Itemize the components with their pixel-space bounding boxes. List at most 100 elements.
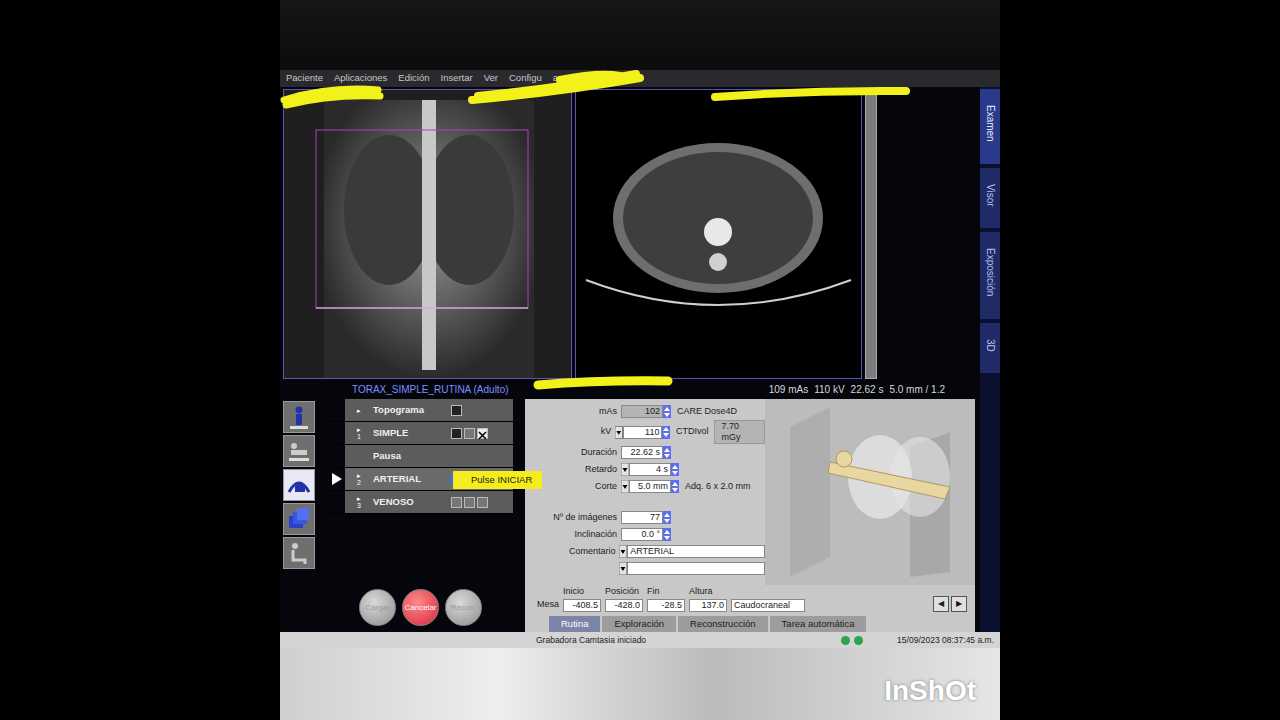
action-button[interactable]: Recon.: [445, 589, 482, 626]
protocol-line: TORAX_SIMPLE_RUTINA (Adulto) 109 mAs 110 k…: [280, 379, 980, 399]
side-tabs: Examen Visor Exposición 3D: [980, 87, 1000, 632]
spin-bar[interactable]: [663, 528, 671, 541]
workflow-tool[interactable]: [283, 503, 315, 535]
menu-item[interactable]: Paciente: [286, 71, 323, 85]
menu-item[interactable]: Edición: [398, 71, 429, 85]
table-value[interactable]: -408.5: [563, 599, 601, 612]
menu-item[interactable]: Insertar: [441, 71, 473, 85]
workflow-tool[interactable]: [283, 469, 315, 501]
nav-button[interactable]: ◀: [933, 596, 949, 612]
menu-item[interactable]: Configu: [509, 71, 542, 85]
parameter-label: mAs: [525, 405, 621, 419]
spin-bar[interactable]: [671, 463, 679, 476]
spin-bar[interactable]: [662, 426, 670, 439]
comment-field-2[interactable]: [627, 562, 765, 575]
step-expander[interactable]: ▸: [357, 426, 361, 433]
parameter-note: Adq. 6 x 2.0 mm: [679, 480, 751, 494]
action-button[interactable]: Cargar: [359, 589, 396, 626]
step-row[interactable]: ▸3 VENOSO: [329, 491, 513, 514]
panel-tab[interactable]: Tarea automática: [770, 616, 867, 632]
parameter-field[interactable]: 22.62 s: [621, 446, 663, 459]
workflow-tool[interactable]: [283, 435, 315, 467]
menu-item[interactable]: Aplicaciones: [334, 71, 387, 85]
step-body: ▸1SIMPLE: [345, 422, 513, 444]
protocol-name: TORAX_SIMPLE_RUTINA (Adulto): [352, 382, 509, 397]
recon-box[interactable]: [451, 405, 462, 416]
dropdown-icon: [621, 463, 629, 476]
panel-tab[interactable]: Rutina: [549, 616, 600, 632]
spin-bar[interactable]: [663, 405, 671, 418]
parameter-label: Comentario: [525, 545, 619, 559]
main-area: TORAX_SIMPLE_RUTINA (Adulto) 109 mAs 110 k…: [280, 87, 980, 632]
table-value[interactable]: -28.5: [647, 599, 685, 612]
recon-box[interactable]: [477, 497, 488, 508]
spin-bar[interactable]: [671, 480, 679, 493]
spin-icon: [664, 407, 670, 417]
workflow-tool[interactable]: [283, 401, 315, 433]
spin-bar[interactable]: [663, 511, 671, 524]
recon-boxes: [451, 497, 488, 508]
patient-icon: [285, 404, 313, 430]
step-row[interactable]: Pausa: [329, 445, 513, 468]
table-column-header: Inicio: [563, 585, 601, 599]
parameter-field[interactable]: 0.0 °: [621, 528, 663, 541]
side-tab[interactable]: Examen: [980, 89, 1000, 164]
table-column-header: Fin: [647, 585, 685, 599]
tool-column: [283, 399, 319, 632]
table-label: Mesa: [537, 598, 559, 612]
parameter-field[interactable]: ARTERIAL: [627, 545, 765, 558]
topogram-picture: [284, 90, 571, 378]
routine-panel: mAs102CARE Dose4DkV110CTDIvol7.70 mGyDur…: [525, 399, 975, 632]
step-expander[interactable]: ▸: [357, 407, 361, 414]
side-tab[interactable]: Exposición: [980, 232, 1000, 318]
parameter-label: Duración: [525, 446, 621, 460]
step-expander[interactable]: ▸: [357, 472, 361, 479]
recon-box[interactable]: [451, 497, 462, 508]
parameter-field[interactable]: 110: [623, 426, 663, 439]
parameter-field[interactable]: 77: [621, 511, 663, 524]
topogram-image: [283, 89, 572, 379]
parameter-field[interactable]: 4 s: [629, 463, 671, 476]
parameter-label: Inclinación: [525, 528, 621, 542]
recon-box[interactable]: [451, 428, 462, 439]
step-expander[interactable]: ▸: [357, 495, 361, 502]
spin-icon: [672, 465, 678, 475]
summary-value: 109 mAs: [769, 382, 808, 397]
patient-table-icon: [285, 438, 313, 464]
step-row[interactable]: ▸1SIMPLE: [329, 422, 513, 445]
recon-box[interactable]: [477, 428, 488, 439]
table-value[interactable]: 137.0: [689, 599, 727, 612]
spin-icon: [664, 530, 670, 540]
side-tab[interactable]: 3D: [980, 323, 1000, 374]
direction-select[interactable]: Caudocraneal: [731, 599, 805, 612]
table-column-header: Altura: [689, 585, 727, 599]
summary-value: 110 kV: [814, 382, 844, 397]
parameter-field[interactable]: 5.0 mm: [629, 480, 671, 493]
recon-box[interactable]: [464, 497, 475, 508]
panel-tab[interactable]: Exploración: [602, 616, 676, 632]
page-nav: ◀▶: [933, 596, 967, 612]
panel-tab[interactable]: Reconstrucción: [678, 616, 767, 632]
action-button[interactable]: Cancelar: [402, 589, 439, 626]
recon-box[interactable]: [464, 428, 475, 439]
menu-item[interactable]: Ver: [484, 71, 498, 85]
spin-bar[interactable]: [663, 446, 671, 459]
side-tab[interactable]: Visor: [980, 168, 1000, 229]
status-dot: [854, 636, 863, 645]
workflow-tool[interactable]: [283, 537, 315, 569]
table-column: Altura137.0: [689, 585, 727, 612]
menu-bar: Paciente Aplicaciones Edición Insertar Ver Co…: [280, 70, 1000, 87]
spin-icon: [664, 513, 670, 523]
menu-item[interactable]: Ayuda: [582, 71, 609, 85]
table-value[interactable]: -428.0: [605, 599, 643, 612]
step-row[interactable]: ▸Topograma: [329, 399, 513, 422]
step-label: VENOSO: [373, 495, 451, 509]
menu-item[interactable]: ama: [553, 71, 571, 85]
step-number: 3: [357, 502, 361, 509]
image-viewer: [280, 87, 980, 379]
step-body: ▸3 VENOSO: [345, 491, 513, 513]
image-scrollbar[interactable]: [865, 89, 877, 379]
nav-button[interactable]: ▶: [951, 596, 967, 612]
step-body: ▸Topograma: [345, 399, 513, 421]
spin-icon: [672, 482, 678, 492]
